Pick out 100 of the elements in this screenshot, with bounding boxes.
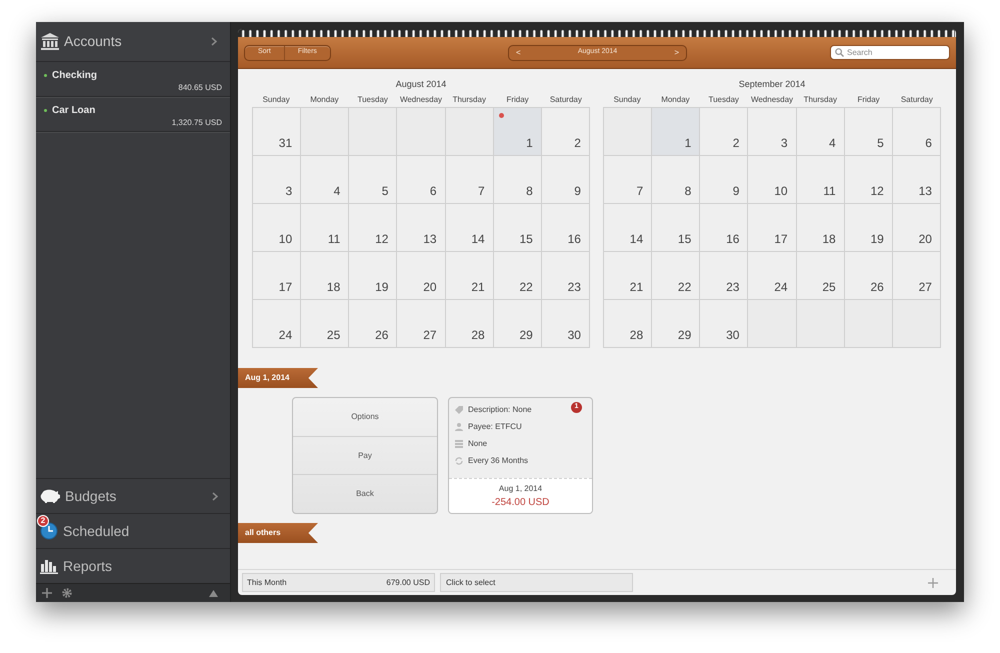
day-cell[interactable]: 7: [604, 156, 652, 204]
day-cell[interactable]: 4: [796, 108, 845, 156]
day-number: 1: [526, 135, 533, 152]
account-row[interactable]: Checking 840.65 USD: [36, 62, 230, 97]
day-cell[interactable]: 9: [542, 156, 590, 204]
day-cell[interactable]: 26: [349, 300, 398, 348]
day-cell[interactable]: 5: [349, 156, 398, 204]
day-cell[interactable]: 2: [700, 108, 748, 156]
chevron-icon: [212, 492, 218, 500]
day-cell[interactable]: 12: [844, 156, 893, 204]
day-cell[interactable]: 17: [748, 204, 797, 252]
weekday-label: Saturday: [548, 94, 583, 106]
day-number: 17: [278, 279, 292, 296]
day-number: 6: [925, 135, 932, 152]
day-cell[interactable]: 10: [253, 204, 302, 252]
day-cell[interactable]: 25: [301, 300, 350, 348]
menu-item[interactable]: Back: [293, 474, 437, 513]
day-cell[interactable]: 29: [652, 300, 700, 348]
day-cell[interactable]: 24: [253, 300, 302, 348]
day-cell[interactable]: 6: [397, 156, 446, 204]
day-cell[interactable]: 3: [253, 156, 302, 204]
account-row[interactable]: Car Loan 1,320.75 USD: [36, 97, 230, 132]
day-cell[interactable]: 27: [397, 300, 446, 348]
tag-icon: [454, 405, 464, 415]
day-cell[interactable]: 23: [542, 252, 590, 300]
sidebar-title[interactable]: Accounts: [64, 31, 206, 52]
day-cell[interactable]: 13: [892, 156, 941, 204]
day-cell[interactable]: 2: [542, 108, 590, 156]
day-cell[interactable]: 8: [494, 156, 542, 204]
day-cell[interactable]: 13: [397, 204, 446, 252]
day-number: 29: [678, 327, 692, 344]
day-cell[interactable]: 1: [494, 108, 542, 156]
day-cell[interactable]: 30: [542, 300, 590, 348]
day-cell[interactable]: 22: [652, 252, 700, 300]
day-number: 3: [780, 135, 788, 152]
day-number: 24: [278, 327, 292, 344]
detail-text: Every 36 Months: [468, 455, 528, 467]
day-number: 18: [822, 231, 836, 248]
day-cell[interactable]: 16: [542, 204, 590, 252]
month-title: August 2014: [394, 78, 448, 91]
select-field[interactable]: Click to select: [440, 573, 633, 592]
day-cell[interactable]: 15: [494, 204, 542, 252]
day-cell[interactable]: 10: [748, 156, 797, 204]
weekday-label: Wednesday: [398, 94, 444, 106]
day-cell[interactable]: 11: [796, 156, 845, 204]
count-badge: 2: [37, 515, 49, 527]
sidebar-section[interactable]: Budgets: [36, 478, 230, 513]
day-cell[interactable]: 20: [397, 252, 446, 300]
day-cell[interactable]: 4: [301, 156, 350, 204]
day-cell[interactable]: 18: [796, 204, 845, 252]
day-cell[interactable]: 14: [446, 204, 494, 252]
day-cell[interactable]: 25: [796, 252, 845, 300]
day-cell[interactable]: 5: [844, 108, 893, 156]
day-cell[interactable]: 11: [301, 204, 350, 252]
day-cell[interactable]: 29: [494, 300, 542, 348]
day-cell[interactable]: 19: [349, 252, 398, 300]
day-number: 12: [375, 231, 388, 248]
sidebar-section[interactable]: Scheduled 2: [36, 513, 230, 548]
day-cell[interactable]: 14: [604, 204, 652, 252]
day-cell[interactable]: 31: [253, 108, 302, 156]
day-number: 28: [630, 327, 644, 344]
account-name: Car Loan: [52, 104, 96, 118]
search-field[interactable]: Search: [830, 45, 950, 60]
day-cell[interactable]: 17: [253, 252, 302, 300]
day-number: 23: [568, 279, 581, 296]
day-cell[interactable]: 6: [892, 108, 941, 156]
day-number: 19: [375, 279, 388, 296]
menu-item[interactable]: Options: [293, 398, 437, 436]
weekday-label: Sunday: [262, 94, 291, 106]
next-month-button[interactable]: >: [674, 46, 679, 58]
day-cell[interactable]: 23: [700, 252, 748, 300]
day-cell[interactable]: 9: [700, 156, 748, 204]
day-cell[interactable]: 12: [349, 204, 398, 252]
day-cell[interactable]: 16: [700, 204, 748, 252]
previous-month-button[interactable]: <: [516, 46, 521, 58]
day-cell[interactable]: 24: [748, 252, 797, 300]
day-cell[interactable]: 22: [494, 252, 542, 300]
day-cell[interactable]: 15: [652, 204, 700, 252]
day-number: 6: [430, 183, 437, 200]
day-number: 18: [326, 279, 340, 296]
day-cell[interactable]: 21: [604, 252, 652, 300]
day-cell[interactable]: 21: [446, 252, 494, 300]
day-cell[interactable]: 7: [446, 156, 494, 204]
weekday-label: Thursday: [802, 94, 838, 106]
day-cell[interactable]: 19: [844, 204, 893, 252]
day-number: 26: [375, 327, 388, 344]
day-number: 20: [423, 279, 437, 296]
day-cell[interactable]: 20: [892, 204, 941, 252]
day-cell[interactable]: 26: [844, 252, 893, 300]
day-cell[interactable]: 1: [652, 108, 700, 156]
day-cell[interactable]: 18: [301, 252, 350, 300]
menu-item[interactable]: Pay: [293, 436, 437, 474]
day-cell[interactable]: 28: [446, 300, 494, 348]
day-cell[interactable]: 27: [892, 252, 941, 300]
day-cell[interactable]: 30: [700, 300, 748, 348]
day-cell[interactable]: 3: [748, 108, 797, 156]
summary-field[interactable]: This Month 679.00 USD: [242, 573, 435, 592]
day-number: 7: [478, 183, 485, 200]
day-cell[interactable]: 8: [652, 156, 700, 204]
day-cell[interactable]: 28: [604, 300, 652, 348]
